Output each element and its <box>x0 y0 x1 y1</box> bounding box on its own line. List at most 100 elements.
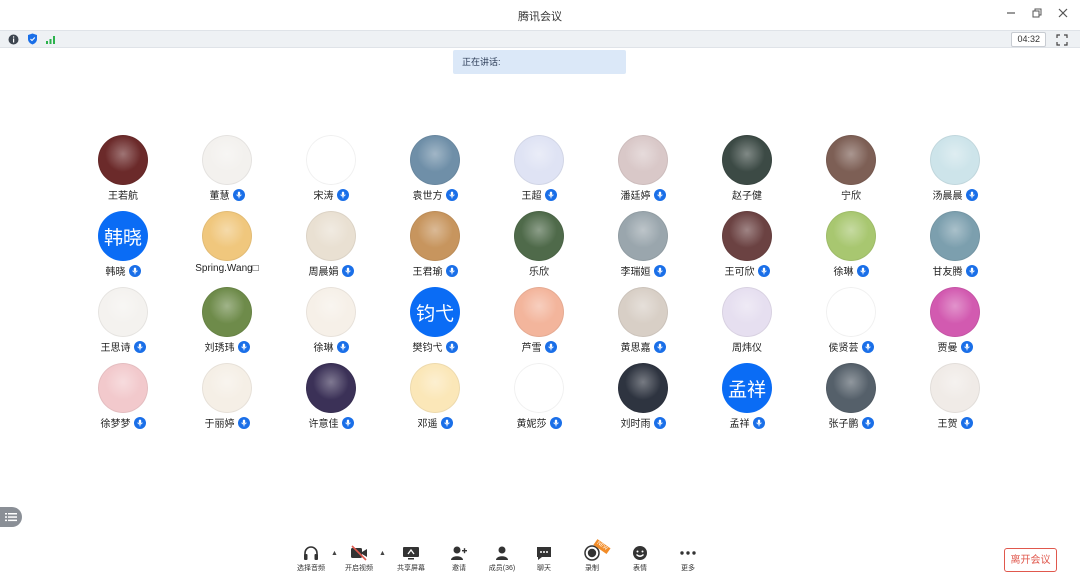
participant-tile[interactable]: Spring.Wang□ <box>175 211 279 283</box>
avatar <box>618 211 668 261</box>
participant-tile[interactable]: 邓遥 <box>383 363 487 435</box>
video-button[interactable]: 开启视频 <box>337 545 381 577</box>
participant-name-row: 宋涛 <box>279 187 383 202</box>
status-bar: 04:32 <box>0 30 1080 48</box>
participant-tile[interactable]: 韩晓 韩晓 <box>71 211 175 283</box>
participant-name: 徐琳 <box>313 343 334 354</box>
participant-name-row: 徐琳 <box>279 339 383 354</box>
participant-tile[interactable]: 芦雪 <box>487 287 591 359</box>
participant-tile[interactable]: 黄思嘉 <box>591 287 695 359</box>
reaction-button[interactable]: 表情 <box>618 545 662 577</box>
participant-tile[interactable]: 王超 <box>487 135 591 207</box>
microphone-icon <box>544 188 557 201</box>
participant-name-row: 芦雪 <box>487 339 591 354</box>
microphone-icon <box>653 340 666 353</box>
participant-tile[interactable]: 董慧 <box>175 135 279 207</box>
participant-tile[interactable]: 乐欣 <box>487 211 591 283</box>
shield-icon[interactable] <box>26 33 38 45</box>
chat-icon <box>537 547 551 560</box>
participant-tile[interactable]: 徐梦梦 <box>71 363 175 435</box>
participant-tile[interactable]: 甘友腾 <box>903 211 1007 283</box>
microphone-icon <box>445 188 458 201</box>
participant-tile[interactable]: 周晨娟 <box>279 211 383 283</box>
participant-tile[interactable]: 孟祥 孟祥 <box>695 363 799 435</box>
participant-name: 李瑞姮 <box>620 267 651 278</box>
meeting-toolbar: 选择音频 ▲ 开启视频 ▲ 共享屏幕 邀请 成员(36) 聊天 NEW 录制 表… <box>0 539 1080 577</box>
signal-icon[interactable] <box>45 33 57 45</box>
participant-tile[interactable]: 汤晨晨 <box>903 135 1007 207</box>
fullscreen-icon[interactable] <box>1056 33 1068 46</box>
microphone-icon <box>653 264 666 277</box>
participant-tile[interactable]: 徐琳 <box>279 287 383 359</box>
participant-tile[interactable]: 黄妮莎 <box>487 363 591 435</box>
more-icon <box>680 551 696 555</box>
participant-name-row: 董慧 <box>175 187 279 202</box>
leave-meeting-button[interactable]: 离开会议 <box>1004 548 1057 572</box>
participant-tile[interactable]: 周炜仪 <box>695 287 799 359</box>
chat-button[interactable]: 聊天 <box>522 545 566 577</box>
participant-name: 袁世方 <box>412 191 443 202</box>
participant-name: 王君瑜 <box>412 267 443 278</box>
participant-tile[interactable]: 贾曼 <box>903 287 1007 359</box>
participant-name: 侯贤芸 <box>828 343 859 354</box>
participant-name: 刘琇玮 <box>204 343 235 354</box>
participant-tile[interactable]: 赵子健 <box>695 135 799 207</box>
title-bar: 腾讯会议 <box>0 0 1080 30</box>
participant-name-row: 李瑞姮 <box>591 263 695 278</box>
window-controls <box>1004 5 1070 21</box>
audio-button[interactable]: 选择音频 <box>289 545 333 577</box>
microphone-icon <box>341 264 354 277</box>
participant-name-row: 张子鹏 <box>799 415 903 430</box>
microphone-icon <box>445 264 458 277</box>
participant-name: 宋涛 <box>313 191 334 202</box>
participant-name-row: 刘时雨 <box>591 415 695 430</box>
microphone-icon <box>757 264 770 277</box>
participant-tile[interactable]: 王可欣 <box>695 211 799 283</box>
share-screen-button[interactable]: 共享屏幕 <box>389 545 433 577</box>
participant-name: 王超 <box>521 191 542 202</box>
microphone-icon <box>341 416 354 429</box>
participant-tile[interactable]: 袁世方 <box>383 135 487 207</box>
participant-tile[interactable]: 钧弋 樊钧弋 <box>383 287 487 359</box>
avatar <box>410 135 460 185</box>
participant-tile[interactable]: 王贺 <box>903 363 1007 435</box>
participant-tile[interactable]: 王若航 <box>71 135 175 207</box>
record-button[interactable]: NEW 录制 <box>570 539 614 577</box>
avatar <box>306 287 356 337</box>
avatar <box>618 135 668 185</box>
participant-tile[interactable]: 徐琳 <box>799 211 903 283</box>
microphone-icon <box>861 340 874 353</box>
participant-tile[interactable]: 宁欣 <box>799 135 903 207</box>
restore-icon[interactable] <box>1030 5 1044 21</box>
members-button[interactable]: 成员(36) <box>480 545 524 577</box>
participant-name-row: Spring.Wang□ <box>175 263 279 274</box>
participant-name-row: 袁世方 <box>383 187 487 202</box>
participant-name-row: 王思诗 <box>71 339 175 354</box>
microphone-icon <box>336 188 349 201</box>
participant-tile[interactable]: 张子鹏 <box>799 363 903 435</box>
microphone-icon <box>237 340 250 353</box>
video-options-caret-icon[interactable]: ▲ <box>379 550 386 557</box>
close-icon[interactable] <box>1056 5 1070 21</box>
participant-name-row: 乐欣 <box>487 263 591 278</box>
participant-tile[interactable]: 刘琇玮 <box>175 287 279 359</box>
participant-tile[interactable]: 王君瑜 <box>383 211 487 283</box>
info-icon[interactable] <box>7 33 19 45</box>
participant-name: 徐琳 <box>833 267 854 278</box>
participant-name-row: 邓遥 <box>383 415 487 430</box>
invite-button[interactable]: 邀请 <box>437 545 481 577</box>
participant-tile[interactable]: 王思诗 <box>71 287 175 359</box>
participant-tile[interactable]: 侯贤芸 <box>799 287 903 359</box>
participant-tile[interactable]: 刘时雨 <box>591 363 695 435</box>
participant-name-row: 王君瑜 <box>383 263 487 278</box>
more-button[interactable]: 更多 <box>666 545 710 577</box>
list-toggle-icon[interactable] <box>0 507 22 527</box>
minimize-icon[interactable] <box>1004 5 1018 21</box>
participant-tile[interactable]: 于丽婷 <box>175 363 279 435</box>
participant-tile[interactable]: 许意佳 <box>279 363 383 435</box>
participant-tile[interactable]: 潘廷婷 <box>591 135 695 207</box>
participant-tile[interactable]: 李瑞姮 <box>591 211 695 283</box>
microphone-icon <box>133 340 146 353</box>
participant-tile[interactable]: 宋涛 <box>279 135 383 207</box>
avatar <box>514 363 564 413</box>
